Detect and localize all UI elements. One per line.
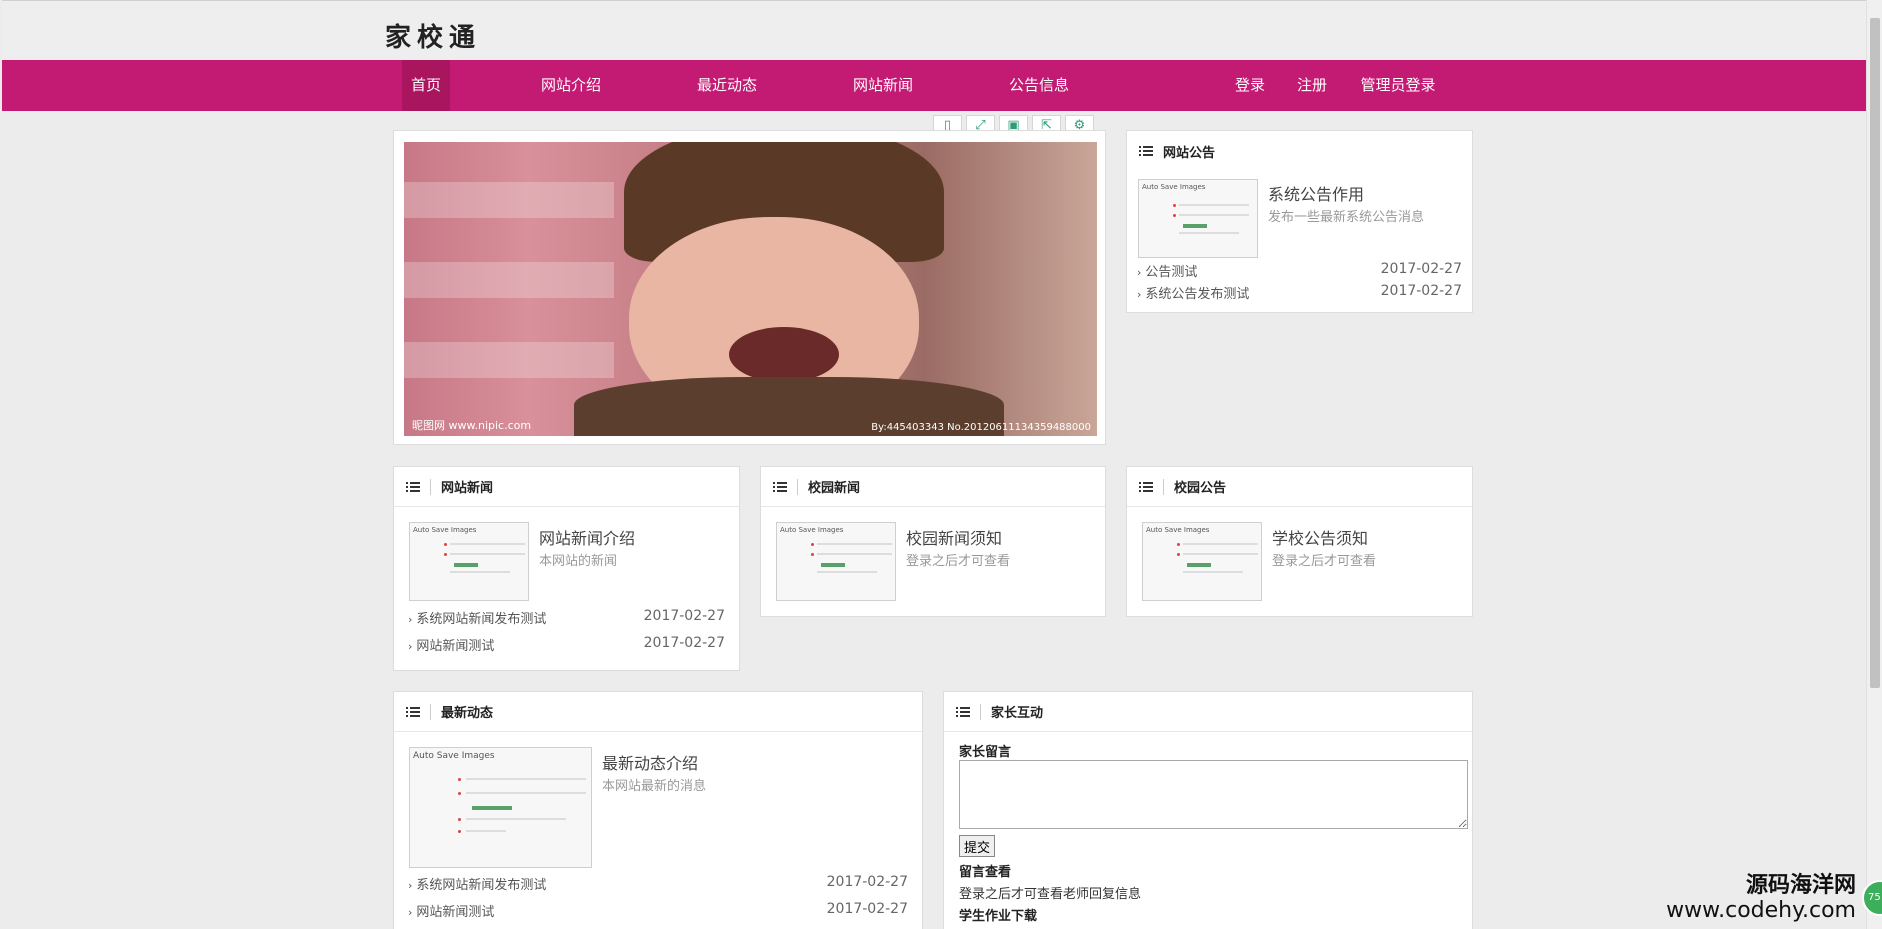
list-icon [773,481,787,493]
panel-title: 网站新闻 [441,481,494,496]
top-bar: 家校通 [2,0,1866,60]
campus-notice-panel: 校园公告 Auto Save Images 学校公告须知 登录之后才可查看 [1126,466,1473,617]
list-item-date: 2017-02-27 [643,635,725,651]
message-label: 家长留言 [959,745,1012,760]
nav-item-register[interactable]: 注册 [1292,60,1332,111]
banner-watermark: 昵图网 www.nipic.com [412,419,532,432]
news-feature-title[interactable]: 网站新闻介绍 [539,525,635,549]
list-item[interactable]: › 公告测试 [1137,261,1197,280]
list-icon [1139,145,1153,157]
panel-title: 校园公告 [1174,481,1227,496]
notice-feature-sub: 发布一些最新系统公告消息 [1268,210,1425,225]
site-notice-panel: 网站公告 Auto Save Images 系统公告作用 发布一些最新系统公告消… [1126,130,1473,313]
panel-title: 校园新闻 [808,481,861,496]
latest-feature-sub: 本网站最新的消息 [602,779,707,794]
homework-download-label[interactable]: 学生作业下载 [959,905,1037,924]
panel-title: 网站公告 [1163,145,1216,161]
nav-item-intro[interactable]: 网站介绍 [531,60,611,111]
list-item[interactable]: › 系统网站新闻发布测试 [408,608,546,627]
campus-notice-thumbnail[interactable]: Auto Save Images [1142,522,1262,601]
list-icon [1139,481,1153,493]
latest-feature-title[interactable]: 最新动态介绍 [602,750,698,774]
list-item[interactable]: › 系统网站新闻发布测试 [408,874,546,893]
scroll-thumb[interactable] [1870,18,1880,688]
panel-title: 家长互动 [991,706,1044,721]
panel-title: 最新动态 [441,706,494,721]
view-messages-label: 留言查看 [959,865,1012,880]
site-watermark: 源码海洋网 www.codehy.com [1666,873,1856,923]
campus-notice-feature-sub: 登录之后才可查看 [1272,554,1377,569]
nav-item-login[interactable]: 登录 [1230,60,1270,111]
site-brand[interactable]: 家校通 [385,17,481,54]
list-item[interactable]: › 系统公告发布测试 [1137,283,1249,302]
nav-item-home[interactable]: 首页 [402,60,450,111]
campus-news-feature-sub: 登录之后才可查看 [906,554,1011,569]
list-item-date: 2017-02-27 [1380,261,1462,277]
list-item-date: 2017-02-27 [643,608,725,624]
list-icon [406,481,420,493]
latest-thumbnail[interactable]: Auto Save Images [409,747,592,868]
site-news-panel: 网站新闻 Auto Save Images 网站新闻介绍 本网站的新闻 › 系统网… [393,466,740,671]
nav-item-admin-login[interactable]: 管理员登录 [1356,60,1440,111]
banner-watermark-id: By:445403343 No.20120611134359488000 [871,422,1091,433]
notice-feature-title[interactable]: 系统公告作用 [1268,181,1364,205]
news-thumbnail[interactable]: Auto Save Images [409,522,529,601]
banner-image[interactable]: 昵图网 www.nipic.com By:445403343 No.201206… [404,142,1097,436]
campus-notice-feature-title[interactable]: 学校公告须知 [1272,525,1368,549]
list-item-date: 2017-02-27 [1380,283,1462,299]
list-item-date: 2017-02-27 [826,874,908,890]
submit-button[interactable]: 提交 [959,835,996,857]
message-textarea[interactable] [959,760,1468,829]
main-nav: 首页 网站介绍 最近动态 网站新闻 公告信息 登录 注册 管理员登录 [2,60,1866,111]
list-icon [956,706,970,718]
campus-news-thumbnail[interactable]: Auto Save Images [776,522,896,601]
banner-slider: 昵图网 www.nipic.com By:445403343 No.201206… [393,130,1106,445]
list-item-date: 2017-02-27 [826,901,908,917]
page-scrollbar[interactable] [1866,0,1882,929]
watermark-badge: 75 [1862,880,1882,916]
list-item[interactable]: › 网站新闻测试 [408,901,494,920]
nav-item-news[interactable]: 网站新闻 [843,60,923,111]
nav-item-recent[interactable]: 最近动态 [687,60,767,111]
notice-thumbnail[interactable]: Auto Save Images [1138,179,1258,258]
latest-panel: 最新动态 Auto Save Images 最新动态介绍 本网站最新的消息 › 系… [393,691,923,929]
news-feature-sub: 本网站的新闻 [539,554,618,569]
campus-news-panel: 校园新闻 Auto Save Images 校园新闻须知 登录之后才可查看 [760,466,1106,617]
campus-news-feature-title[interactable]: 校园新闻须知 [906,525,1002,549]
list-icon [406,706,420,718]
nav-item-notice[interactable]: 公告信息 [999,60,1079,111]
view-messages-hint: 登录之后才可查看老师回复信息 [959,887,1142,902]
list-item[interactable]: › 网站新闻测试 [408,635,494,654]
